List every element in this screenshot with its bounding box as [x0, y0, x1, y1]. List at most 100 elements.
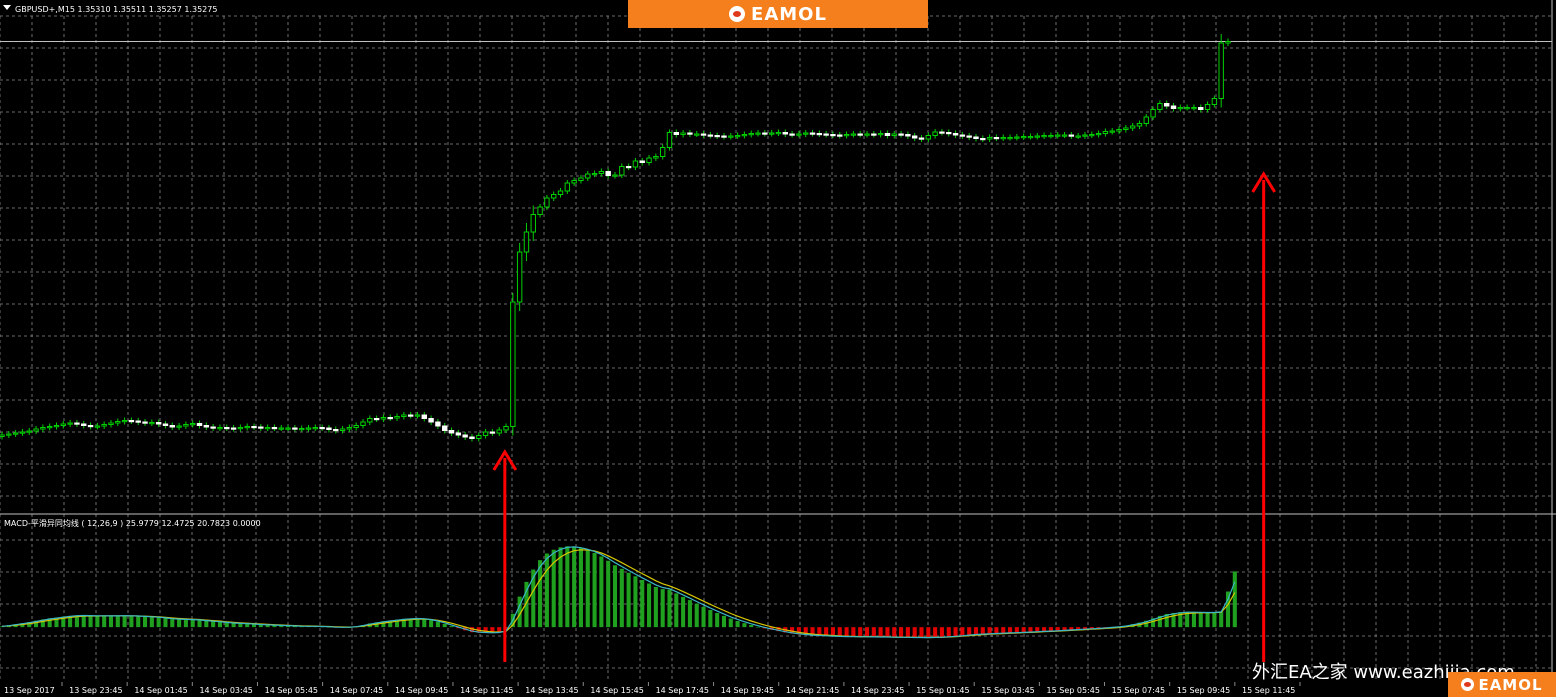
macd-histogram-bar	[136, 616, 141, 628]
candle-body	[530, 214, 536, 233]
candle-body	[53, 425, 60, 428]
candle-body	[142, 421, 148, 424]
macd-histogram-bar	[163, 618, 168, 628]
macd-histogram-bar	[122, 615, 127, 628]
time-tick-label: 14 Sep 07:45	[330, 686, 383, 695]
macd-histogram-bar	[1028, 627, 1033, 632]
macd-histogram-bar	[708, 610, 713, 628]
candle-body	[959, 134, 966, 137]
candle-body	[639, 160, 645, 163]
candle-body	[578, 177, 584, 181]
candle-body	[762, 132, 768, 135]
time-tick-label: 13 Sep 23:45	[69, 686, 122, 695]
candle-body	[94, 425, 101, 428]
candle-body	[162, 423, 169, 426]
candle-body	[632, 160, 639, 168]
macd-histogram-bar	[674, 593, 679, 628]
macd-histogram-bar	[156, 617, 161, 628]
candle-body	[551, 194, 557, 199]
macd-histogram-bar	[1042, 627, 1047, 632]
candle-body	[455, 432, 462, 436]
candle-body	[60, 423, 66, 426]
macd-histogram-bar	[422, 618, 427, 628]
candle-body	[326, 427, 332, 430]
candle-body	[387, 417, 393, 420]
macd-histogram-bar	[728, 618, 733, 628]
macd-histogram-bar	[599, 556, 604, 628]
candle-body	[169, 425, 175, 428]
candle-body	[278, 427, 284, 430]
macd-histogram-bar	[647, 583, 652, 628]
candle-body	[673, 132, 679, 135]
time-tick-label: 15 Sep 05:45	[1047, 686, 1100, 695]
macd-histogram-bar	[851, 627, 856, 637]
candle-body	[1055, 134, 1061, 137]
candle-body	[714, 135, 720, 138]
macd-histogram-bar	[994, 627, 999, 634]
candle-body	[612, 174, 618, 177]
candle-body	[666, 132, 673, 148]
candle-body	[1041, 135, 1047, 138]
candle-body	[980, 138, 986, 141]
candle-body	[435, 421, 441, 427]
macd-histogram-bar	[442, 623, 447, 628]
candle-body	[176, 425, 182, 428]
macd-histogram-bar	[919, 627, 924, 638]
macd-histogram-bar	[885, 627, 890, 638]
candle-body	[1177, 107, 1184, 110]
candle-body	[482, 431, 489, 436]
candle-body	[911, 135, 918, 139]
macd-histogram-bar	[429, 620, 434, 628]
time-tick-label: 14 Sep 13:45	[525, 686, 578, 695]
candle-body	[1061, 134, 1068, 137]
candle-body	[1211, 98, 1218, 105]
eamol-logo-icon	[1461, 678, 1475, 691]
candle-body	[659, 147, 666, 157]
candle-body	[442, 425, 448, 431]
macd-histogram-bar	[95, 615, 100, 628]
candle-body	[237, 427, 244, 430]
candle-body	[523, 231, 530, 253]
candle-body	[380, 417, 387, 420]
macd-histogram-bar	[980, 627, 985, 634]
time-tick-label: 14 Sep 01:45	[134, 686, 187, 695]
candle-body	[877, 133, 884, 136]
candle-body	[462, 434, 468, 438]
candle-body	[646, 157, 652, 163]
macd-histogram-bar	[1021, 627, 1026, 633]
eamol-logo-icon	[729, 6, 746, 22]
macd-histogram-bar	[558, 547, 563, 628]
candle-body	[251, 426, 257, 429]
macd-histogram-bar	[129, 615, 134, 628]
candle-body	[952, 133, 959, 136]
candle-body	[115, 421, 121, 424]
time-tick-label: 14 Sep 23:45	[851, 686, 904, 695]
candle-body	[591, 173, 598, 176]
macd-histogram-bar	[435, 621, 440, 628]
candle-body	[217, 427, 223, 430]
candle-body	[183, 424, 189, 427]
candle-body	[1184, 107, 1190, 110]
macd-histogram-bar	[606, 560, 611, 628]
time-tick-label: 15 Sep 03:45	[981, 686, 1034, 695]
candle-body	[1082, 134, 1088, 137]
macd-histogram-bar	[864, 627, 870, 637]
time-tick-label: 14 Sep 15:45	[590, 686, 643, 695]
candle-body	[81, 423, 87, 426]
time-tick-label: 15 Sep 09:45	[1177, 686, 1230, 695]
macd-histogram-bar	[224, 622, 229, 628]
candle-body	[1157, 103, 1163, 110]
candle-body	[135, 420, 141, 423]
candle-body	[796, 133, 802, 136]
candle-body	[1191, 107, 1197, 110]
macd-histogram-bar	[190, 619, 195, 628]
macd-histogram-bar	[912, 627, 917, 638]
macd-histogram-bar	[660, 589, 665, 628]
macd-histogram-bar	[878, 627, 883, 638]
candle-body	[986, 137, 993, 140]
candle-body	[230, 427, 237, 430]
candle-body	[823, 133, 829, 136]
time-tick-label: 14 Sep 11:45	[460, 686, 513, 695]
macd-histogram-bar	[619, 568, 624, 628]
candle-body	[687, 132, 693, 135]
